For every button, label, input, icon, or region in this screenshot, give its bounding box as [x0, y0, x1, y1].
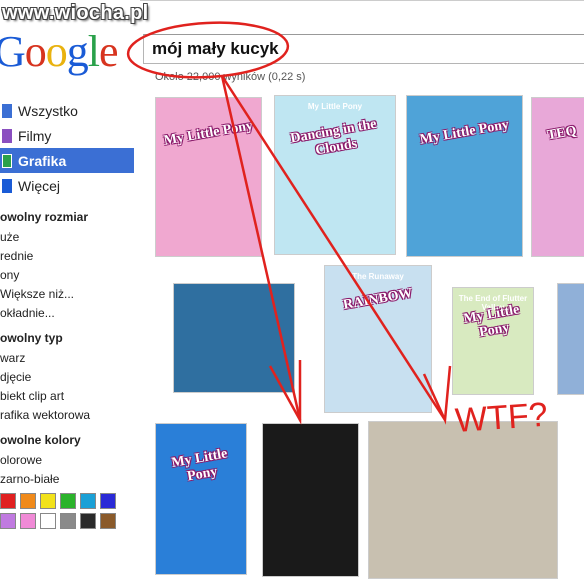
color-swatch[interactable]: [80, 513, 96, 529]
size-option[interactable]: Większe niż...: [0, 285, 134, 304]
logo-letter: o: [45, 27, 68, 76]
image-result[interactable]: [173, 283, 295, 393]
color-option[interactable]: zarno-białe: [0, 470, 134, 489]
type-section: owolny typ warz djęcie biekt clip art ra…: [0, 331, 134, 425]
nav-label: Filmy: [18, 127, 52, 144]
section-title: owolny rozmiar: [0, 210, 89, 224]
thumb-title: My Little Pony: [162, 118, 255, 150]
section-title: owolne kolory: [0, 433, 81, 447]
nav-item-filmy[interactable]: Filmy: [0, 123, 134, 148]
color-swatch[interactable]: [40, 513, 56, 529]
thumb-title: [270, 444, 352, 458]
wszystko-icon: [2, 103, 12, 118]
thumb-title: [181, 294, 287, 313]
color-swatch[interactable]: [20, 493, 36, 509]
logo-letter: G: [0, 27, 26, 76]
thumb-title: Dancing in the Clouds: [289, 117, 378, 159]
google-logo[interactable]: Google: [0, 26, 119, 77]
logo-letter: e: [99, 27, 119, 76]
type-option[interactable]: djęcie: [0, 368, 134, 387]
thumb-title: My Little Pony: [170, 446, 229, 485]
result-stats: Około 22,000 wyników (0,22 s): [155, 71, 306, 83]
type-option[interactable]: biekt clip art: [0, 387, 134, 406]
logo-letter: o: [24, 27, 47, 76]
image-icon: [2, 153, 12, 168]
nav-label: Wszystko: [18, 102, 78, 119]
top-divider: [140, 0, 584, 1]
thumb-subtitle: My Little Pony: [307, 102, 363, 111]
thumb-title: [564, 302, 584, 306]
color-swatch[interactable]: [40, 493, 56, 509]
search-box[interactable]: [143, 34, 584, 64]
watermark: www.wiocha.pl: [2, 2, 149, 24]
thumb-subtitle: The Runaway: [352, 272, 404, 281]
nav-label: Więcej: [18, 177, 61, 194]
color-swatch[interactable]: [80, 493, 96, 509]
color-swatch[interactable]: [0, 493, 16, 509]
color-section: owolne kolory olorowe zarno-białe: [0, 433, 134, 529]
logo-letter: l: [87, 27, 100, 76]
nav-item-wiecej[interactable]: Więcej: [0, 173, 134, 198]
nav-item-wszystko[interactable]: Wszystko: [0, 98, 134, 123]
color-swatches: [0, 493, 134, 529]
size-option[interactable]: uże: [0, 228, 134, 247]
image-result[interactable]: My Little Pony: [406, 95, 523, 257]
type-option[interactable]: warz: [0, 349, 134, 368]
thumb-title: RAINBOW: [342, 286, 414, 314]
sidebar: Wszystko Filmy Grafika Więcej owolny roz…: [0, 98, 134, 529]
size-section: owolny rozmiar uże rednie ony Większe ni…: [0, 210, 134, 323]
color-swatch[interactable]: [20, 513, 36, 529]
size-option[interactable]: rednie: [0, 247, 134, 266]
more-icon: [2, 178, 12, 193]
color-swatch[interactable]: [100, 513, 116, 529]
image-result[interactable]: My Little Pony Dancing in the Clouds: [274, 95, 396, 255]
image-result[interactable]: My Little Pony: [155, 97, 262, 257]
image-result[interactable]: [368, 421, 558, 579]
color-option[interactable]: olorowe: [0, 451, 134, 470]
image-result[interactable]: The End of Flutter Valley My Little Pony: [452, 287, 534, 395]
image-result[interactable]: TEQ: [531, 97, 584, 257]
color-swatch[interactable]: [60, 513, 76, 529]
image-result[interactable]: [262, 423, 359, 577]
thumb-title: TEQ: [546, 123, 578, 144]
size-option[interactable]: ony: [0, 266, 134, 285]
search-input[interactable]: [144, 35, 584, 63]
logo-letter: g: [66, 27, 89, 76]
nav-item-grafika[interactable]: Grafika: [0, 148, 134, 173]
color-swatch[interactable]: [60, 493, 76, 509]
thumb-title: My Little Pony: [418, 117, 511, 148]
image-result[interactable]: The Runaway RAINBOW: [324, 265, 432, 413]
type-option[interactable]: rafika wektorowa: [0, 406, 134, 425]
color-swatch[interactable]: [0, 513, 16, 529]
size-option[interactable]: okładnie...: [0, 304, 134, 323]
section-title: owolny typ: [0, 331, 63, 345]
film-icon: [2, 128, 12, 143]
nav-label: Grafika: [18, 152, 67, 169]
image-result[interactable]: [557, 283, 584, 395]
image-result[interactable]: My Little Pony: [155, 423, 247, 575]
thumb-title: [376, 435, 549, 466]
color-swatch[interactable]: [100, 493, 116, 509]
